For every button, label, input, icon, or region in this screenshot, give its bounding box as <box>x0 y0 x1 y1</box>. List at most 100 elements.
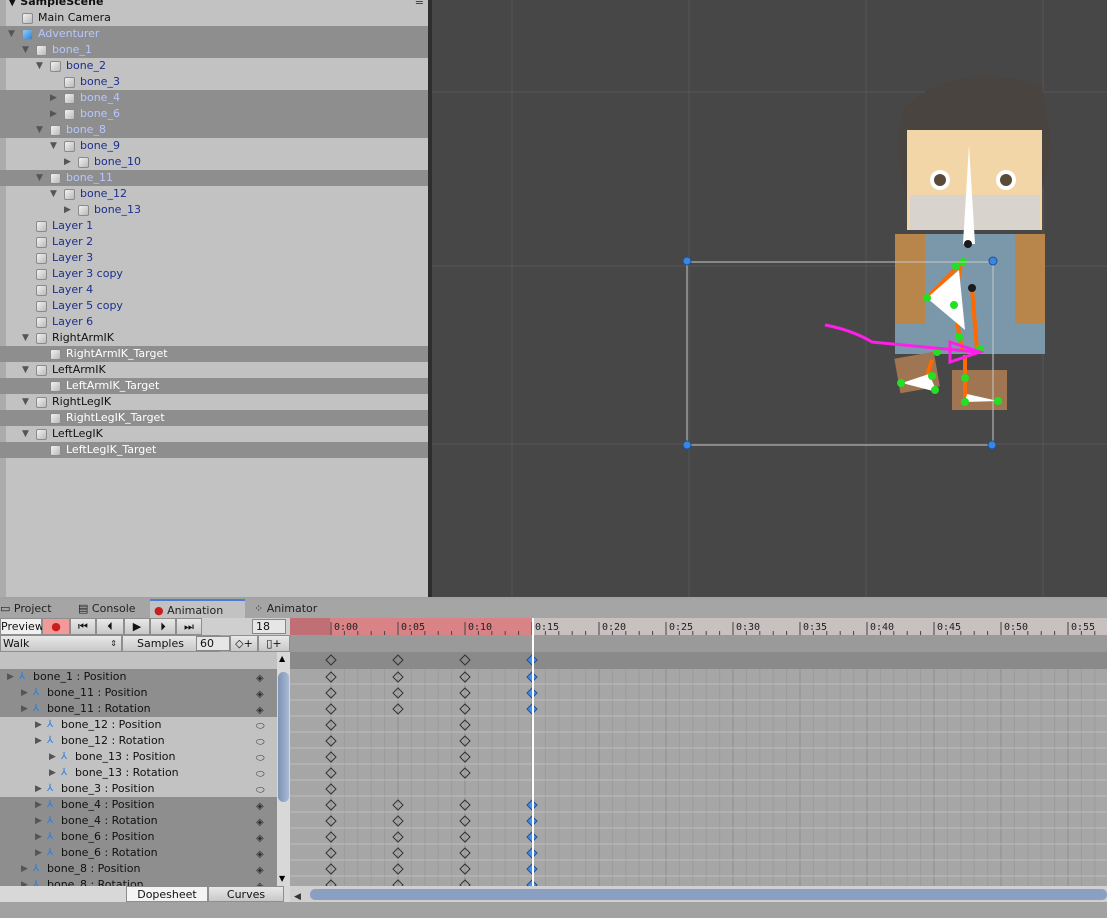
expanded-arrow-icon[interactable]: ▼ <box>22 426 29 442</box>
collapsed-arrow-icon[interactable]: ▶ <box>21 685 28 701</box>
collapsed-arrow-icon[interactable]: ▶ <box>35 717 42 733</box>
collapsed-arrow-icon[interactable]: ▶ <box>50 106 57 122</box>
collapsed-arrow-icon[interactable]: ▶ <box>64 202 71 218</box>
property-row[interactable]: ▶ ⅄ bone_3 : Position ⬭ <box>0 781 277 797</box>
hierarchy-item[interactable]: Layer 1 <box>0 218 428 234</box>
hierarchy-item[interactable]: Layer 6 <box>0 314 428 330</box>
expanded-arrow-icon[interactable]: ▼ <box>8 26 15 42</box>
hscrollbar-thumb[interactable] <box>310 889 1107 900</box>
property-row[interactable]: ▶ ⅄ bone_4 : Rotation ◈ <box>0 813 277 829</box>
property-row[interactable]: ▶ ⅄ bone_11 : Position ◈ <box>0 685 277 701</box>
expanded-arrow-icon[interactable]: ▼ <box>36 122 43 138</box>
play-button[interactable]: ▶ <box>124 618 150 635</box>
dopesheet-timeline[interactable]: 0:00 0:05 0:10 0:15 0:20 0:25 0:30 0:35 0:40 0:45… <box>290 618 1107 902</box>
hierarchy-item[interactable]: ▼ bone_1 <box>0 42 428 58</box>
expanded-arrow-icon[interactable]: ▼ <box>50 138 57 154</box>
property-row[interactable]: ▶ ⅄ bone_6 : Position ◈ <box>0 829 277 845</box>
hierarchy-item[interactable]: ▶ bone_6 <box>0 106 428 122</box>
hierarchy-item[interactable]: Layer 5 copy <box>0 298 428 314</box>
clip-dropdown[interactable]: Walk ⇕ <box>0 635 122 652</box>
rect-handle-bottom-right[interactable] <box>987 440 997 450</box>
rect-handle-top-left[interactable] <box>682 256 692 266</box>
property-row[interactable]: ▶ ⅄ bone_6 : Rotation ◈ <box>0 845 277 861</box>
collapsed-arrow-icon[interactable]: ▶ <box>50 90 57 106</box>
hierarchy-item[interactable]: ▼ LeftArmIK <box>0 362 428 378</box>
property-row[interactable]: ▶ ⅄ bone_13 : Position ⬭ <box>0 749 277 765</box>
collapsed-arrow-icon[interactable]: ▶ <box>49 749 56 765</box>
hierarchy-item[interactable]: ▶ bone_4 <box>0 90 428 106</box>
hierarchy-item[interactable]: RightArmIK_Target <box>0 346 428 362</box>
property-row[interactable]: ▶ ⅄ bone_8 : Position ◈ <box>0 861 277 877</box>
hierarchy-item[interactable]: ▼ Adventurer <box>0 26 428 42</box>
collapsed-arrow-icon[interactable]: ▶ <box>21 861 28 877</box>
collapsed-arrow-icon[interactable]: ▶ <box>21 701 28 717</box>
scene-header[interactable]: ▼ SampleScene <box>8 0 103 8</box>
rect-handle-top-right[interactable] <box>988 256 998 266</box>
hierarchy-item[interactable]: Layer 3 <box>0 250 428 266</box>
collapsed-arrow-icon[interactable]: ▶ <box>21 877 28 886</box>
record-button[interactable]: ● <box>42 618 70 635</box>
expanded-arrow-icon[interactable]: ▼ <box>22 394 29 410</box>
hierarchy-item[interactable]: ▼ bone_2 <box>0 58 428 74</box>
hierarchy-item[interactable]: ▼ RightArmIK <box>0 330 428 346</box>
hierarchy-item[interactable]: Main Camera <box>0 10 428 26</box>
hierarchy-item[interactable]: Layer 3 copy <box>0 266 428 282</box>
property-scrollbar[interactable]: ▲ ▼ <box>277 652 290 886</box>
property-row[interactable]: ▶ ⅄ bone_12 : Position ⬭ <box>0 717 277 733</box>
last-keyframe-button[interactable]: ⏭ <box>176 618 202 635</box>
hierarchy-item[interactable]: ▼ bone_8 <box>0 122 428 138</box>
hierarchy-item[interactable]: ▼ RightLegIK <box>0 394 428 410</box>
rect-handle-bottom-left[interactable] <box>682 440 692 450</box>
expanded-arrow-icon[interactable]: ▼ <box>36 58 43 74</box>
hierarchy-item[interactable]: LeftLegIK_Target <box>0 442 428 458</box>
prev-keyframe-button[interactable]: ⏴ <box>96 618 124 635</box>
first-keyframe-button[interactable]: ⏮ <box>70 618 96 635</box>
hierarchy-item[interactable]: LeftArmIK_Target <box>0 378 428 394</box>
collapsed-arrow-icon[interactable]: ▶ <box>49 765 56 781</box>
hierarchy-item[interactable]: Layer 4 <box>0 282 428 298</box>
samples-field[interactable]: 60 <box>196 636 230 651</box>
curves-tab[interactable]: Curves <box>208 886 284 902</box>
property-row[interactable]: ▶ ⅄ bone_12 : Rotation ⬭ <box>0 733 277 749</box>
collapsed-arrow-icon[interactable]: ▶ <box>35 781 42 797</box>
keyframe-toggle-icon[interactable]: ◈ <box>256 879 264 886</box>
hierarchy-item[interactable]: ▼ LeftLegIK <box>0 426 428 442</box>
tab-console[interactable]: ▤ Console <box>74 599 150 618</box>
property-row[interactable]: ▶ ⅄ bone_11 : Rotation ◈ <box>0 701 277 717</box>
collapsed-arrow-icon[interactable]: ▶ <box>7 669 14 685</box>
scene-canvas[interactable] <box>432 0 1107 597</box>
scene-view[interactable] <box>432 0 1107 597</box>
tab-project[interactable]: ▭ Project <box>0 599 70 618</box>
expanded-arrow-icon[interactable]: ▼ <box>22 362 29 378</box>
expanded-arrow-icon[interactable]: ▼ <box>50 186 57 202</box>
dopesheet-tab[interactable]: Dopesheet <box>126 886 208 902</box>
property-row[interactable]: ▶ ⅄ bone_4 : Position ◈ <box>0 797 277 813</box>
expanded-arrow-icon[interactable]: ▼ <box>22 330 29 346</box>
hierarchy-item[interactable]: bone_3 <box>0 74 428 90</box>
tab-animation[interactable]: ● Animation <box>150 599 245 618</box>
hierarchy-menu-icon[interactable]: ≡ <box>415 0 424 8</box>
scroll-up-icon[interactable]: ▲ <box>279 654 285 663</box>
event-lane[interactable] <box>290 635 1107 652</box>
hierarchy-item[interactable]: ▼ bone_9 <box>0 138 428 154</box>
property-row[interactable]: ▶ ⅄ bone_8 : Rotation ◈ <box>0 877 277 886</box>
collapsed-arrow-icon[interactable]: ▶ <box>35 829 42 845</box>
scroll-down-icon[interactable]: ▼ <box>279 874 285 883</box>
hierarchy-item[interactable]: RightLegIK_Target <box>0 410 428 426</box>
tab-animator[interactable]: ⁘ Animator <box>250 599 340 618</box>
add-event-button[interactable]: ▯+ <box>258 635 290 652</box>
property-row[interactable]: ▶ ⅄ bone_13 : Rotation ⬭ <box>0 765 277 781</box>
hierarchy-item[interactable]: ▶ bone_13 <box>0 202 428 218</box>
expanded-arrow-icon[interactable]: ▼ <box>36 170 43 186</box>
property-row[interactable]: ▶ ⅄ bone_1 : Position ◈ <box>0 669 277 685</box>
preview-button[interactable]: Preview <box>0 618 44 635</box>
collapsed-arrow-icon[interactable]: ▶ <box>35 797 42 813</box>
collapsed-arrow-icon[interactable]: ▶ <box>64 154 71 170</box>
collapsed-arrow-icon[interactable]: ▶ <box>35 733 42 749</box>
next-keyframe-button[interactable]: ⏵ <box>150 618 176 635</box>
hierarchy-item[interactable]: Layer 2 <box>0 234 428 250</box>
expanded-arrow-icon[interactable]: ▼ <box>22 42 29 58</box>
scroll-left-icon[interactable]: ◀ <box>294 892 301 902</box>
hierarchy-item[interactable]: ▼ bone_11 <box>0 170 428 186</box>
hierarchy-item[interactable]: ▼ bone_12 <box>0 186 428 202</box>
